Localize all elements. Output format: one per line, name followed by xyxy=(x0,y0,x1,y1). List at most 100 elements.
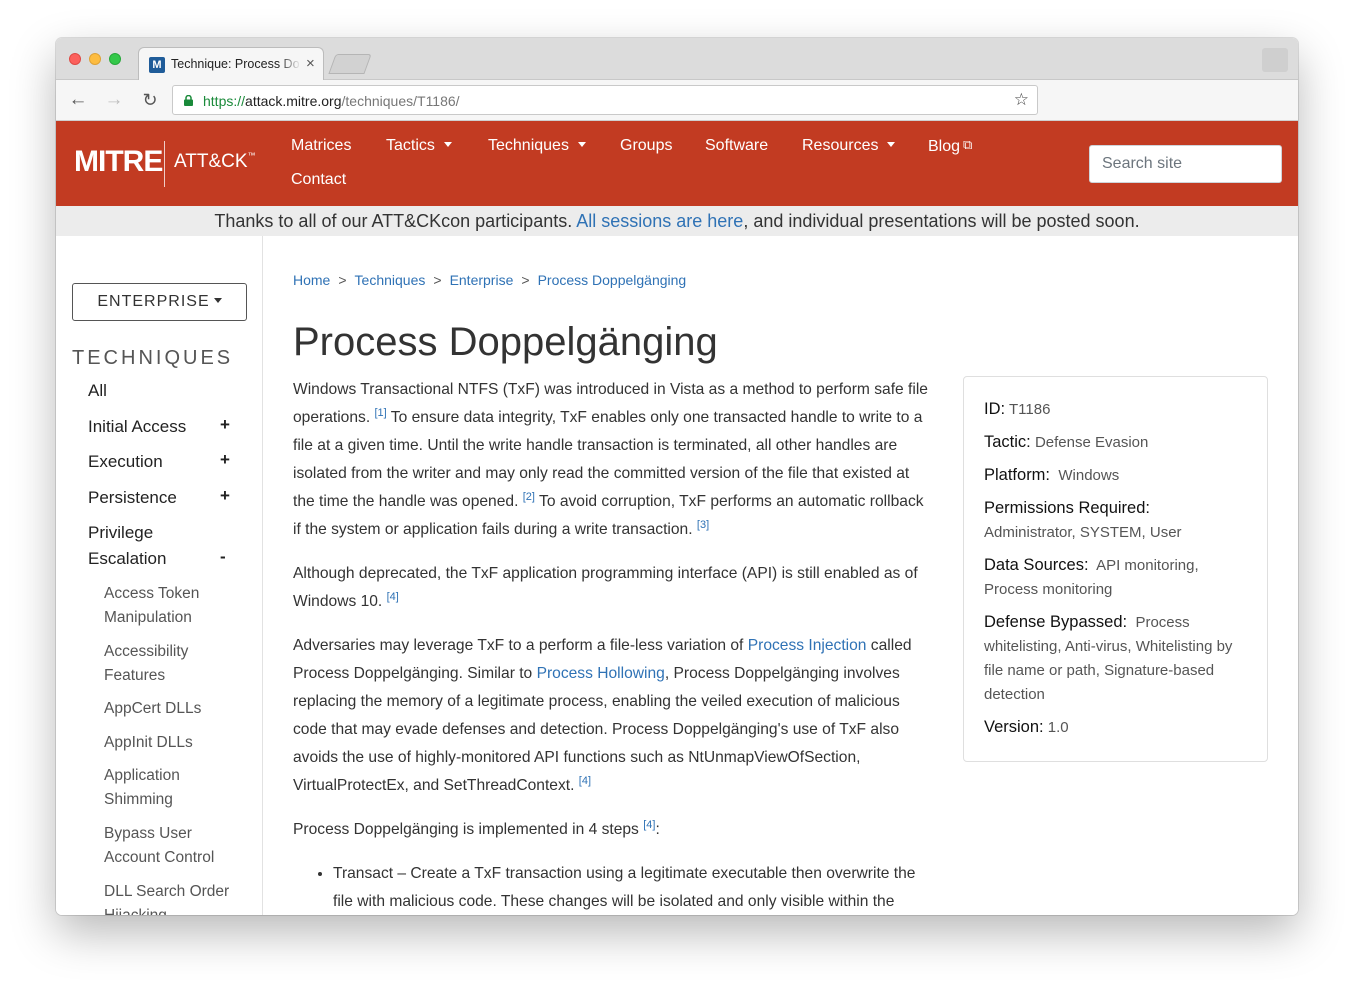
description-paragraph: Although deprecated, the TxF application… xyxy=(293,560,935,616)
site-header: MITRE ATT&CK™ Matrices Tactics Technique… xyxy=(56,121,1298,206)
url-scheme: https:// xyxy=(203,93,246,109)
tab-strip: M Technique: Process Do × xyxy=(56,38,1298,80)
new-tab-button[interactable] xyxy=(328,54,372,74)
card-defense-bypassed-row: Defense Bypassed: Process whitelisting, … xyxy=(984,610,1247,707)
breadcrumb-enterprise[interactable]: Enterprise xyxy=(450,272,514,288)
sidebar-item-all[interactable]: All xyxy=(88,378,238,404)
reference-link[interactable]: [1] xyxy=(375,407,387,419)
nav-matrices[interactable]: Matrices xyxy=(291,137,351,155)
url-path: /techniques/T1186/ xyxy=(341,93,460,109)
back-arrow-icon[interactable]: ← xyxy=(66,88,90,112)
card-label: Version: xyxy=(984,718,1044,736)
search-input[interactable] xyxy=(1089,145,1282,183)
zoom-window-button[interactable] xyxy=(109,53,121,65)
text: Process Doppelgänging is implemented in … xyxy=(293,821,644,838)
attack-logo[interactable]: ATT&CK™ xyxy=(174,151,256,173)
card-platform-row: Platform: Windows xyxy=(984,463,1247,488)
reload-icon[interactable]: ↻ xyxy=(138,88,162,112)
address-bar[interactable]: https://attack.mitre.org/techniques/T118… xyxy=(172,85,1038,115)
list-item: Transact – Create a TxF transaction usin… xyxy=(333,860,935,915)
collapse-privilege-escalation-toggle[interactable]: - xyxy=(220,547,226,567)
reference: [4] xyxy=(643,819,655,831)
sidebar-subitem[interactable]: Accessibility Features xyxy=(104,640,234,688)
trademark-symbol: ™ xyxy=(247,151,256,160)
text: Although deprecated, the TxF application… xyxy=(293,565,918,610)
browser-window: M Technique: Process Do × ← → ↻ https://… xyxy=(56,38,1298,915)
breadcrumb-techniques[interactable]: Techniques xyxy=(355,272,426,288)
nav-tactics[interactable]: Tactics xyxy=(386,137,452,155)
banner-text-after: , and individual presentations will be p… xyxy=(743,211,1140,231)
sidebar-subitem[interactable]: AppInit DLLs xyxy=(104,731,234,755)
close-window-button[interactable] xyxy=(69,53,81,65)
reference-link[interactable]: [4] xyxy=(387,591,399,603)
card-label: Defense Bypassed: xyxy=(984,613,1128,631)
minimize-window-button[interactable] xyxy=(89,53,101,65)
description-paragraph: Adversaries may leverage TxF to a perfor… xyxy=(293,632,935,800)
breadcrumb-separator: > xyxy=(338,272,347,288)
card-label: Permissions Required: xyxy=(984,499,1150,517)
expand-execution-toggle[interactable]: + xyxy=(220,450,230,470)
sidebar-subitem[interactable]: Access Token Manipulation xyxy=(104,582,234,630)
browser-tab[interactable]: M Technique: Process Do × xyxy=(138,47,324,80)
nav-resources[interactable]: Resources xyxy=(802,137,896,155)
profile-button[interactable] xyxy=(1262,48,1288,72)
banner-link[interactable]: All sessions are here xyxy=(576,211,743,231)
reference: [4] xyxy=(387,591,399,603)
lock-icon xyxy=(184,95,193,106)
expand-initial-access-toggle[interactable]: + xyxy=(220,415,230,435)
reference-link[interactable]: [3] xyxy=(697,519,709,531)
browser-toolbar: ← → ↻ https://attack.mitre.org/technique… xyxy=(56,80,1298,121)
breadcrumb-current[interactable]: Process Doppelgänging xyxy=(538,272,687,288)
technique-description: Windows Transactional NTFS (TxF) was int… xyxy=(293,376,935,915)
sidebar: ENTERPRISE TECHNIQUES All Initial Access… xyxy=(56,236,263,915)
process-injection-link[interactable]: Process Injection xyxy=(748,637,867,654)
steps-list: Transact – Create a TxF transaction usin… xyxy=(333,860,935,915)
nav-blog[interactable]: Blog ⧉ xyxy=(928,137,972,156)
nav-techniques-label: Techniques xyxy=(488,137,569,154)
card-value: T1186 xyxy=(1009,401,1051,418)
banner-text-before: Thanks to all of our ATT&CKcon participa… xyxy=(214,211,577,231)
sidebar-heading: TECHNIQUES xyxy=(72,347,234,369)
sidebar-item-initial-access[interactable]: Initial Access xyxy=(88,414,238,440)
expand-persistence-toggle[interactable]: + xyxy=(220,486,230,506)
nav-blog-label: Blog xyxy=(928,138,961,155)
main-content: Home > Techniques > Enterprise > Process Doppe… xyxy=(293,236,1283,915)
nav-tactics-label: Tactics xyxy=(386,137,435,154)
card-value: 1.0 xyxy=(1047,719,1069,736)
description-paragraph: Windows Transactional NTFS (TxF) was int… xyxy=(293,376,935,544)
tab-title-fade xyxy=(279,54,301,76)
attack-logo-text: ATT&CK xyxy=(174,151,248,172)
card-label: Data Sources: xyxy=(984,556,1089,574)
url-host: attack.mitre.org xyxy=(245,93,342,109)
announcement-banner: Thanks to all of our ATT&CKcon participa… xyxy=(56,206,1298,236)
nav-software[interactable]: Software xyxy=(705,137,768,155)
sidebar-subitem[interactable]: AppCert DLLs xyxy=(104,697,234,721)
breadcrumb-separator: > xyxy=(433,272,442,288)
forward-arrow-icon[interactable]: → xyxy=(102,88,126,112)
sidebar-item-persistence[interactable]: Persistence xyxy=(88,485,238,511)
page-viewport: MITRE ATT&CK™ Matrices Tactics Technique… xyxy=(56,121,1298,915)
technique-info-card: ID: T1186 Tactic: Defense Evasion Platfo… xyxy=(963,376,1268,762)
nav-contact[interactable]: Contact xyxy=(291,171,346,189)
card-permissions-row: Permissions Required: Administrator, SYST… xyxy=(984,496,1247,545)
star-icon[interactable]: ☆ xyxy=(1014,90,1029,110)
sidebar-subitem[interactable]: Bypass User Account Control xyxy=(104,822,234,870)
reference-link[interactable]: [4] xyxy=(579,775,591,787)
mitre-logo[interactable]: MITRE xyxy=(74,145,163,179)
nav-groups[interactable]: Groups xyxy=(620,137,672,155)
sidebar-item-privilege-escalation[interactable]: Privilege Escalation xyxy=(88,520,198,572)
sidebar-subitem[interactable]: Application Shimming xyxy=(104,764,234,812)
close-icon[interactable]: × xyxy=(306,55,315,72)
description-paragraph: Process Doppelgänging is implemented in … xyxy=(293,816,935,844)
card-label: ID: xyxy=(984,400,1006,418)
sidebar-subitem[interactable]: DLL Search Order Hijacking xyxy=(104,880,244,915)
reference-link[interactable]: [4] xyxy=(643,819,655,831)
sidebar-item-execution[interactable]: Execution xyxy=(88,449,238,475)
reference: [2] xyxy=(523,491,535,503)
card-value: Defense Evasion xyxy=(1034,434,1149,451)
breadcrumb-home[interactable]: Home xyxy=(293,272,330,288)
domain-dropdown-button[interactable]: ENTERPRISE xyxy=(72,283,247,321)
process-hollowing-link[interactable]: Process Hollowing xyxy=(537,665,665,682)
nav-techniques[interactable]: Techniques xyxy=(488,137,586,155)
reference-link[interactable]: [2] xyxy=(523,491,535,503)
